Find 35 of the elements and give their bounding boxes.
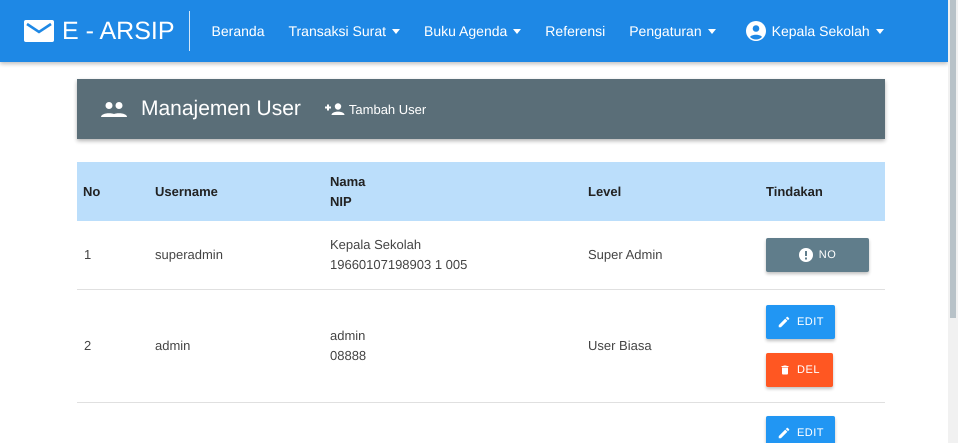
trash-icon xyxy=(779,363,792,377)
nav-menu-item[interactable]: Buku Agenda xyxy=(412,23,534,39)
column-header: Username xyxy=(155,182,219,200)
delete-button[interactable]: DEL xyxy=(766,353,833,387)
pencil-icon xyxy=(776,315,791,329)
table-cell: superadmin xyxy=(155,247,223,262)
users-icon xyxy=(101,101,127,117)
column-header: No xyxy=(82,182,102,200)
table-cell: admin xyxy=(155,338,190,353)
column-header: Tindakan xyxy=(766,182,824,200)
edit-button[interactable]: EDIT xyxy=(766,416,835,443)
table-cell: Super Admin xyxy=(588,247,662,262)
nav-menu-item[interactable]: Transaksi Surat xyxy=(276,23,412,39)
table-cell-text: 1 xyxy=(83,247,92,262)
nav-menu-item[interactable]: Beranda xyxy=(200,23,276,39)
table-cell-text: 2 xyxy=(83,338,92,353)
user-menu[interactable]: Kepala Sekolah xyxy=(734,21,896,41)
edit-button[interactable]: EDIT xyxy=(766,305,835,339)
table-cell: admin 08888 xyxy=(330,328,366,363)
account-icon xyxy=(746,21,766,41)
table-cell: Kepala Sekolah 19660107198903 1 005 xyxy=(330,237,468,272)
add-person-icon xyxy=(324,103,345,115)
add-user-button[interactable]: Tambah User xyxy=(314,102,426,116)
scrollbar[interactable] xyxy=(948,0,958,443)
alert-icon xyxy=(798,248,813,262)
nav-menu-item[interactable]: Pengaturan xyxy=(617,23,728,39)
table-cell: User Biasa xyxy=(588,338,652,353)
nav-menu-item[interactable]: Referensi xyxy=(533,23,618,39)
page-title: Manajemen User xyxy=(141,97,301,121)
column-header: Level xyxy=(588,182,622,200)
column-header: Nama NIP xyxy=(330,172,366,210)
brand-title: E - ARSIP xyxy=(62,11,190,51)
pencil-icon xyxy=(776,426,791,440)
envelope-icon xyxy=(24,20,54,42)
status-button[interactable]: NO xyxy=(766,238,869,272)
